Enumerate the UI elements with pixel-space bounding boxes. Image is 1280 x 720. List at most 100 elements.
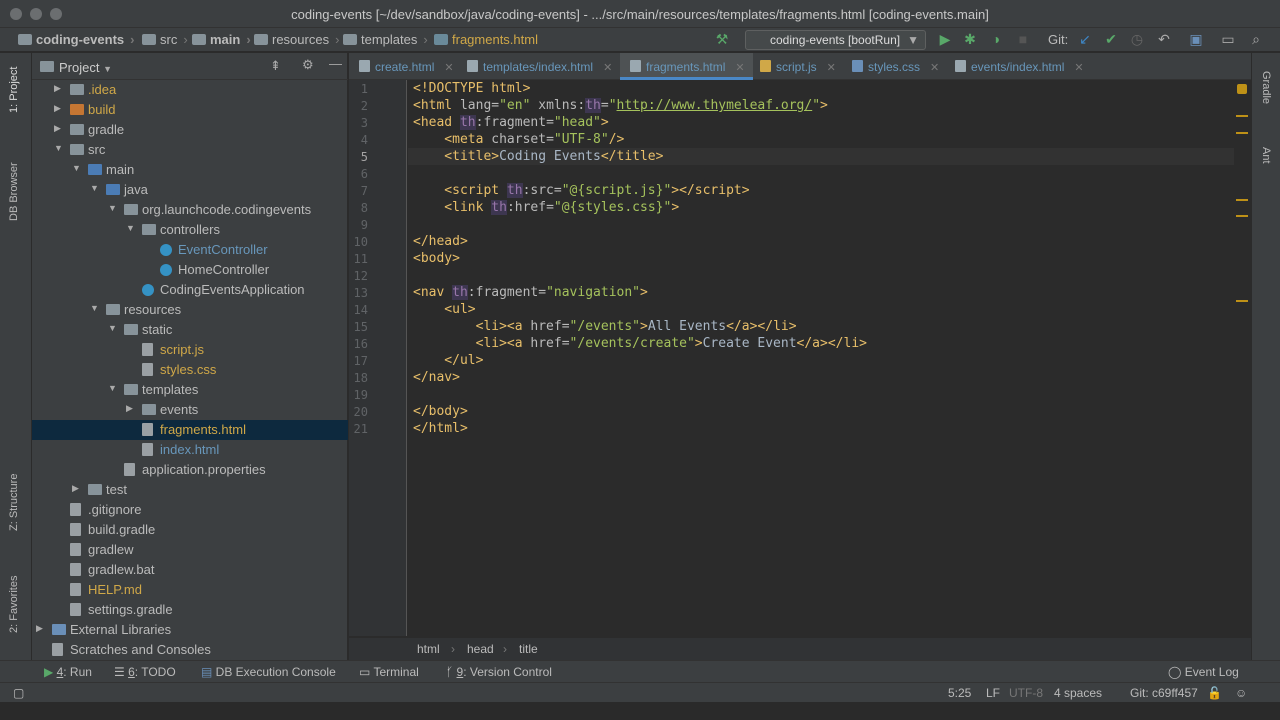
warning-marker[interactable] bbox=[1236, 300, 1248, 302]
chevron-right-icon[interactable]: ▶ bbox=[54, 83, 64, 94]
close-icon[interactable]: ✕ bbox=[827, 62, 836, 74]
tree-item[interactable]: Scratches and Consoles bbox=[32, 640, 348, 660]
collapse-all-icon[interactable]: ⇞ bbox=[270, 58, 281, 74]
tree-item[interactable]: application.properties bbox=[32, 460, 348, 480]
lock-icon[interactable]: 🔓 bbox=[1207, 686, 1222, 700]
tree-item[interactable]: ▶ gradle bbox=[32, 120, 348, 140]
tree-item[interactable]: gradlew.bat bbox=[32, 560, 348, 580]
event-log-tool-button[interactable]: ◯ Event Log bbox=[1168, 665, 1239, 679]
editor-scrollbar[interactable] bbox=[1234, 80, 1251, 636]
chevron-down-icon[interactable]: ▼ bbox=[72, 163, 82, 173]
tab-fragments-html[interactable]: fragments.html ✕ bbox=[620, 53, 753, 80]
tree-item[interactable]: ▶ test bbox=[32, 480, 348, 500]
tree-item[interactable]: ▶ events bbox=[32, 400, 348, 420]
tree-item[interactable]: ▼ org.launchcode.codingevents bbox=[32, 200, 348, 220]
close-icon[interactable]: ✕ bbox=[603, 62, 612, 74]
project-title[interactable]: Project ▼ bbox=[59, 60, 112, 75]
tree-item[interactable]: ▼ java bbox=[32, 180, 348, 200]
side-tab-favorites[interactable]: 2: Favorites bbox=[8, 576, 20, 633]
git-history-icon[interactable]: ◷ bbox=[1129, 31, 1145, 47]
version-control-tool-button[interactable]: ᚶ 9: Version Control bbox=[446, 665, 552, 679]
tab-events-index-html[interactable]: events/index.html ✕ bbox=[955, 53, 1084, 80]
line-separator[interactable]: LF bbox=[986, 686, 1000, 700]
tree-item[interactable]: fragments.html bbox=[32, 420, 348, 440]
tree-item[interactable]: index.html bbox=[32, 440, 348, 460]
tree-item[interactable]: gradlew bbox=[32, 540, 348, 560]
git-update-icon[interactable]: ↙ bbox=[1077, 31, 1093, 47]
chevron-right-icon[interactable]: ▶ bbox=[36, 623, 46, 634]
chevron-right-icon[interactable]: ▶ bbox=[126, 403, 136, 414]
tree-item[interactable]: HELP.md bbox=[32, 580, 348, 600]
warning-marker[interactable] bbox=[1236, 215, 1248, 217]
code-editor[interactable]: <!DOCTYPE html> <html lang="en" xmlns:th… bbox=[408, 80, 1234, 636]
breadcrumb-head[interactable]: head bbox=[467, 642, 494, 656]
presentation-icon[interactable]: ▭ bbox=[1220, 31, 1236, 47]
close-icon[interactable]: ✕ bbox=[444, 62, 453, 74]
tree-item[interactable]: script.js bbox=[32, 340, 348, 360]
project-structure-icon[interactable]: ▣ bbox=[1188, 31, 1204, 47]
chevron-down-icon[interactable]: ▼ bbox=[90, 303, 100, 313]
tree-item[interactable]: styles.css bbox=[32, 360, 348, 380]
tree-item[interactable]: ▶ External Libraries bbox=[32, 620, 348, 640]
chevron-down-icon[interactable]: ▼ bbox=[108, 323, 118, 333]
tree-item[interactable]: CodingEventsApplication bbox=[32, 280, 348, 300]
nav-crumb-file[interactable]: fragments.html bbox=[434, 32, 538, 47]
tree-item[interactable]: ▼ templates bbox=[32, 380, 348, 400]
nav-crumb-main[interactable]: main › bbox=[192, 32, 251, 47]
close-icon[interactable]: ✕ bbox=[1074, 62, 1083, 74]
warning-marker[interactable] bbox=[1236, 199, 1248, 201]
side-tab-gradle[interactable]: Gradle bbox=[1260, 71, 1272, 104]
tab-templates-index-html[interactable]: templates/index.html ✕ bbox=[467, 53, 612, 80]
inspector-icon[interactable]: ☺ bbox=[1235, 686, 1247, 700]
chevron-down-icon[interactable]: ▼ bbox=[54, 143, 64, 153]
tree-item[interactable]: ▼ main bbox=[32, 160, 348, 180]
terminal-tool-button[interactable]: ▭ Terminal bbox=[359, 665, 419, 679]
coverage-icon[interactable]: ◑ bbox=[988, 31, 1004, 47]
tab-script-js[interactable]: script.js ✕ bbox=[760, 53, 836, 80]
breadcrumb-title[interactable]: title bbox=[519, 642, 538, 656]
tree-item[interactable]: ▼ src bbox=[32, 140, 348, 160]
hide-panel-icon[interactable]: — bbox=[329, 56, 342, 71]
tree-item[interactable]: build.gradle bbox=[32, 520, 348, 540]
caret-position[interactable]: 5:25 bbox=[948, 686, 971, 700]
build-hammer-icon[interactable]: ⚒ bbox=[714, 31, 730, 47]
side-tab-ant[interactable]: Ant bbox=[1260, 147, 1272, 164]
git-commit-icon[interactable]: ✔ bbox=[1103, 31, 1119, 47]
tree-item[interactable]: ▼ resources bbox=[32, 300, 348, 320]
nav-crumb-resources[interactable]: resources › bbox=[254, 32, 339, 47]
breadcrumb-html[interactable]: html bbox=[417, 642, 440, 656]
search-icon[interactable]: ⌕ bbox=[1248, 31, 1264, 47]
tree-item[interactable]: EventController bbox=[32, 240, 348, 260]
chevron-right-icon[interactable]: ▶ bbox=[54, 123, 64, 134]
todo-tool-button[interactable]: ☰ 6: TODO bbox=[114, 665, 176, 679]
toggle-tool-windows-icon[interactable]: ▢ bbox=[13, 686, 24, 700]
nav-crumb-src[interactable]: src › bbox=[142, 32, 188, 47]
chevron-down-icon[interactable]: ▼ bbox=[90, 183, 100, 193]
warning-marker[interactable] bbox=[1236, 132, 1248, 134]
db-console-tool-button[interactable]: ▤ DB Execution Console bbox=[201, 665, 336, 679]
tree-item[interactable]: ▶ build bbox=[32, 100, 348, 120]
nav-crumb-templates[interactable]: templates › bbox=[343, 32, 428, 47]
chevron-down-icon[interactable]: ▼ bbox=[126, 223, 136, 233]
tree-item[interactable]: ▼ static bbox=[32, 320, 348, 340]
side-tab-project[interactable]: 1: Project bbox=[8, 67, 20, 113]
tree-item[interactable]: settings.gradle bbox=[32, 600, 348, 620]
chevron-down-icon[interactable]: ▼ bbox=[108, 203, 118, 213]
gear-icon[interactable]: ⚙ bbox=[302, 57, 314, 73]
debug-icon[interactable]: ✱ bbox=[962, 31, 978, 47]
side-tab-structure[interactable]: Z: Structure bbox=[8, 474, 20, 531]
run-configuration-select[interactable]: coding-events [bootRun] ▼ bbox=[745, 30, 926, 50]
tree-item[interactable]: .gitignore bbox=[32, 500, 348, 520]
warning-indicator-icon[interactable] bbox=[1237, 84, 1247, 94]
tree-item[interactable]: HomeController bbox=[32, 260, 348, 280]
tab-create-html[interactable]: create.html ✕ bbox=[359, 53, 454, 80]
nav-crumb-project[interactable]: coding-events › bbox=[18, 32, 134, 47]
close-icon[interactable]: ✕ bbox=[930, 62, 939, 74]
git-branch[interactable]: Git: c69ff457 bbox=[1130, 686, 1198, 700]
run-tool-button[interactable]: ▶ 4: Run bbox=[44, 665, 92, 679]
stop-icon[interactable]: ■ bbox=[1015, 31, 1031, 47]
run-icon[interactable]: ▶ bbox=[937, 31, 953, 47]
chevron-right-icon[interactable]: ▶ bbox=[54, 103, 64, 114]
revert-icon[interactable]: ↶ bbox=[1156, 31, 1172, 47]
side-tab-db-browser[interactable]: DB Browser bbox=[8, 162, 20, 221]
